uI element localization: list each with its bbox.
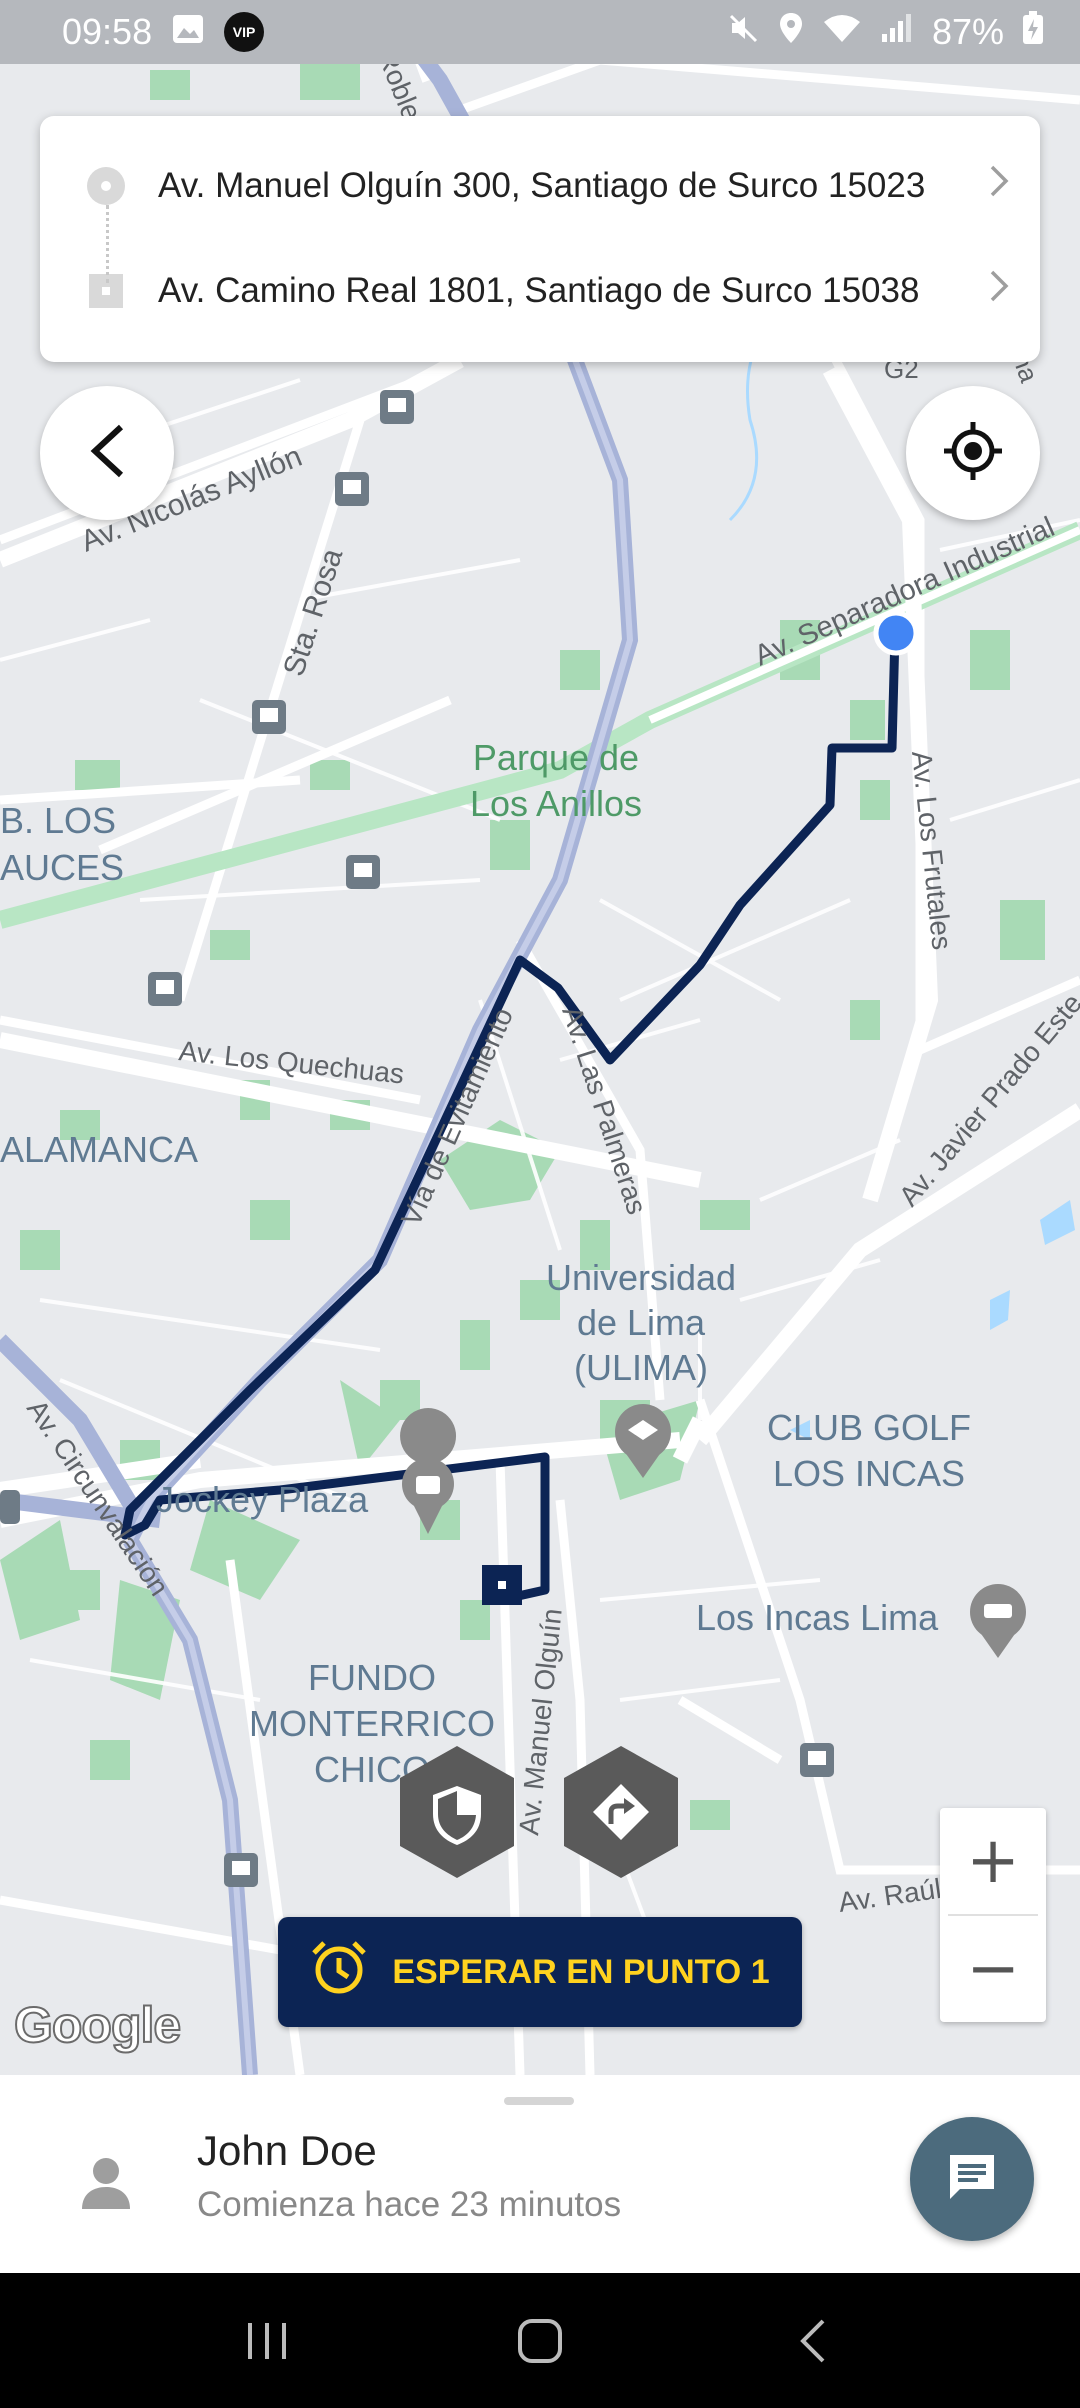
wifi-icon xyxy=(822,11,862,53)
label-b-los-2: AUCES xyxy=(0,847,124,888)
label-universidad-3: (ULIMA) xyxy=(574,1347,708,1388)
system-nav-bar xyxy=(0,2273,1080,2408)
my-location-button[interactable] xyxy=(906,386,1040,520)
passenger-name: John Doe xyxy=(197,2127,377,2174)
safety-button[interactable] xyxy=(396,1744,518,1880)
chat-button[interactable] xyxy=(910,2117,1034,2241)
person-icon xyxy=(80,2155,132,2211)
route-address-card: Av. Manuel Olguín 300, Santiago de Surco… xyxy=(40,116,1040,362)
battery-percent: 87% xyxy=(931,11,1004,52)
image-icon xyxy=(172,11,204,53)
label-salamanca: ALAMANCA xyxy=(0,1129,198,1170)
back-nav-button[interactable] xyxy=(773,2301,853,2381)
label-club-golf-2: LOS INCAS xyxy=(773,1453,965,1494)
destination-address: Av. Camino Real 1801, Santiago de Surco … xyxy=(158,271,988,311)
mute-icon xyxy=(728,11,760,53)
passenger-sheet[interactable]: John Doe Comienza hace 23 minutos xyxy=(0,2075,1080,2273)
recent-apps-button[interactable] xyxy=(227,2301,307,2381)
label-los-incas-lima: Los Incas Lima xyxy=(696,1597,939,1638)
wait-at-point-button[interactable]: ESPERAR EN PUNTO 1 xyxy=(278,1917,802,2027)
vip-app-icon: VIP xyxy=(224,12,265,52)
location-icon xyxy=(778,11,804,53)
label-b-los-1: B. LOS xyxy=(0,800,116,841)
google-logo: Google xyxy=(13,1996,182,2054)
origin-address: Av. Manuel Olguín 300, Santiago de Surco… xyxy=(158,166,988,206)
zoom-out-button[interactable]: − xyxy=(940,1916,1046,2022)
origin-row[interactable]: Av. Manuel Olguín 300, Santiago de Surco… xyxy=(40,136,1040,236)
zoom-in-button[interactable]: + xyxy=(940,1808,1046,1914)
chevron-right-icon xyxy=(988,163,1010,209)
crosshair-icon xyxy=(942,420,1004,487)
alarm-clock-icon xyxy=(310,1939,368,2006)
status-time: 09:58 xyxy=(62,11,153,52)
origin-marker-icon xyxy=(86,166,126,206)
label-club-golf-1: CLUB GOLF xyxy=(767,1407,971,1448)
label-fundo-1: FUNDO xyxy=(308,1657,436,1698)
destination-row[interactable]: Av. Camino Real 1801, Santiago de Surco … xyxy=(40,241,1040,341)
drag-handle[interactable] xyxy=(504,2097,574,2105)
home-button[interactable] xyxy=(500,2301,580,2381)
label-parque-1: Parque de xyxy=(473,737,639,778)
status-bar: 09:58 VIP 87% xyxy=(0,0,1080,64)
label-fundo-2: MONTERRICO xyxy=(249,1703,495,1744)
route-connector xyxy=(106,205,109,283)
label-universidad-2: de Lima xyxy=(577,1302,706,1343)
chevron-right-icon xyxy=(988,268,1010,314)
chat-icon xyxy=(944,2149,1000,2210)
passenger-status: Comienza hace 23 minutos xyxy=(197,2185,622,2224)
label-universidad-1: Universidad xyxy=(546,1257,736,1298)
navigation-directions-button[interactable] xyxy=(560,1744,682,1880)
label-parque-2: Los Anillos xyxy=(470,783,642,824)
arrow-left-icon xyxy=(85,421,129,486)
wait-button-label: ESPERAR EN PUNTO 1 xyxy=(392,1952,770,1991)
zoom-control: + − xyxy=(940,1808,1046,2022)
signal-icon xyxy=(880,11,914,53)
back-button[interactable] xyxy=(40,386,174,520)
battery-charging-icon xyxy=(1022,10,1044,54)
label-jockey-plaza: Jockey Plaza xyxy=(156,1479,369,1520)
